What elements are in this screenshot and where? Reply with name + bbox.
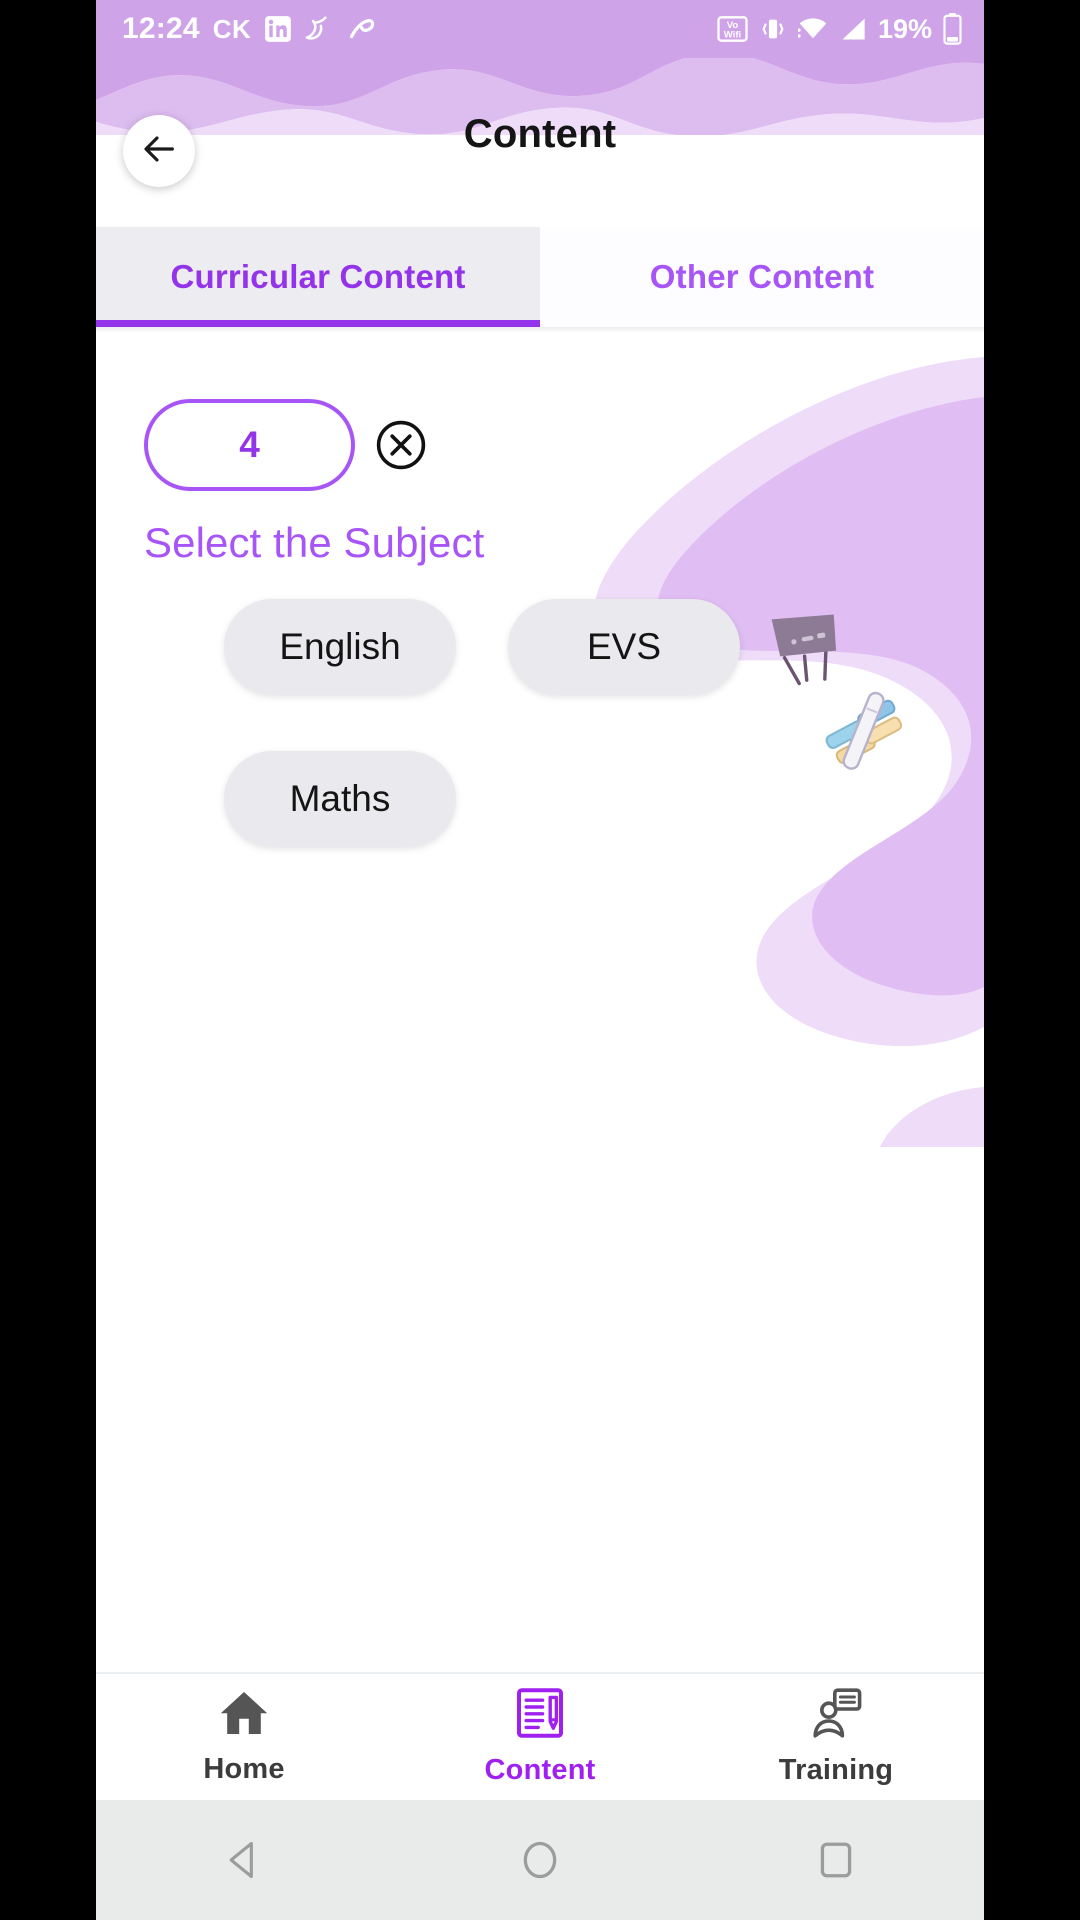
nav-label: Content	[484, 1754, 596, 1786]
battery-icon	[943, 13, 962, 45]
android-navigation-bar	[96, 1800, 984, 1920]
app-bar: Content	[96, 58, 984, 225]
android-recents-button[interactable]	[796, 1820, 876, 1900]
recents-square-icon	[820, 1842, 852, 1878]
status-bar-left: 12:24 CK	[122, 12, 378, 46]
nav-label: Training	[778, 1754, 894, 1786]
airtel-icon	[346, 14, 378, 44]
signal-icon	[839, 16, 867, 42]
vowifi-icon: Vo Wifi	[717, 15, 748, 43]
class-filter-row: 4	[96, 399, 984, 491]
wifi-icon	[797, 16, 828, 42]
back-triangle-icon	[229, 1841, 253, 1879]
bottom-navigation: Home Content Training	[96, 1672, 984, 1800]
snapchat-icon	[305, 14, 333, 44]
class-chip[interactable]: 4	[144, 399, 355, 491]
tab-other-content[interactable]: Other Content	[540, 227, 984, 327]
status-bar-right: Vo Wifi 19%	[717, 13, 962, 45]
nav-label: Home	[203, 1753, 285, 1785]
home-circle-icon	[523, 1841, 557, 1879]
nav-item-content[interactable]: Content	[392, 1674, 688, 1800]
android-back-button[interactable]	[204, 1820, 284, 1900]
clear-class-button[interactable]	[375, 419, 427, 471]
class-chip-value: 4	[239, 424, 260, 465]
battery-label: 19%	[877, 13, 932, 44]
subject-label: English	[279, 626, 401, 667]
linkedin-icon	[264, 15, 292, 43]
tab-curricular-content[interactable]: Curricular Content	[96, 227, 540, 327]
person-board-icon	[810, 1687, 862, 1744]
document-pencil-icon	[515, 1687, 565, 1744]
android-home-button[interactable]	[500, 1820, 580, 1900]
circle-x-icon	[376, 420, 426, 470]
back-button[interactable]	[123, 115, 195, 187]
subject-label: Maths	[289, 778, 391, 819]
subject-label: EVS	[586, 626, 662, 667]
phone-screen: 12:24 CK Vo Wifi 19% Content Curricular …	[96, 0, 984, 1920]
tab-label: Other Content	[649, 258, 875, 295]
subject-button-maths[interactable]: Maths	[224, 751, 456, 847]
subject-button-evs[interactable]: EVS	[508, 599, 740, 695]
subject-button-group: English EVS Maths	[96, 599, 984, 847]
nav-item-home[interactable]: Home	[96, 1674, 392, 1800]
home-icon	[218, 1688, 270, 1743]
nav-item-training[interactable]: Training	[688, 1674, 984, 1800]
tab-label: Curricular Content	[170, 258, 466, 295]
arrow-left-icon	[139, 129, 179, 174]
page-title: Content	[463, 112, 617, 156]
tabs-divider-shadow	[96, 327, 984, 333]
status-bar: 12:24 CK Vo Wifi 19%	[96, 0, 984, 58]
vibrate-icon	[759, 15, 787, 43]
select-subject-label: Select the Subject	[144, 519, 485, 566]
content-tabs: Curricular Content Other Content	[96, 227, 984, 327]
content-area: 4 Select the Subject English EVS Maths	[96, 327, 984, 1672]
svg-text:Wifi: Wifi	[724, 30, 741, 41]
status-clock: 12:24	[122, 12, 200, 45]
subject-button-english[interactable]: English	[224, 599, 456, 695]
status-carrier: CK	[212, 13, 252, 44]
